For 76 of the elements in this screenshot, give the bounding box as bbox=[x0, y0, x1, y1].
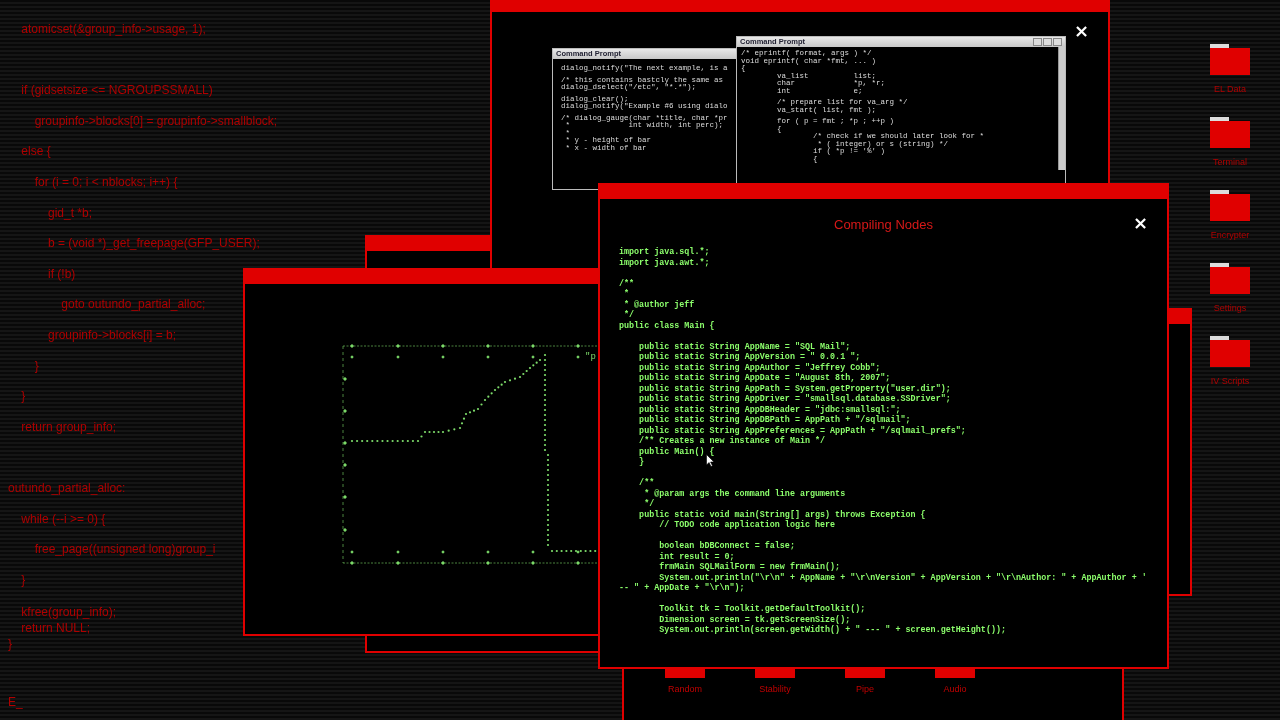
minimize-button[interactable] bbox=[1033, 38, 1042, 46]
desktop-folder[interactable]: Settings bbox=[1200, 263, 1260, 313]
code-line: System.out.println("\r\n" + AppName + "\r\nVersion" + AppVersion + "\r\nAuthor: " + AppAuthor + ' bbox=[658, 572, 1147, 583]
code-line: * @author jeff bbox=[623, 299, 695, 310]
code-line: atomicset(&group_info->usage, 1); bbox=[20, 21, 206, 38]
desktop-folder[interactable]: IV Scripts bbox=[1200, 336, 1260, 386]
code-line: for (i = 0; i < nblocks; i++) { bbox=[33, 173, 178, 191]
code-line: free_page((unsigned long)group_i bbox=[33, 541, 216, 559]
mouse-pointer-icon bbox=[706, 454, 715, 467]
toolbar-button[interactable]: Random bbox=[664, 668, 706, 720]
desktop-folder[interactable]: Encrypter bbox=[1200, 190, 1260, 240]
code-line: if (!b) bbox=[47, 265, 76, 283]
code-line: public static String AppDriver = "smallsql.database.SSDriver"; bbox=[638, 394, 951, 405]
code-line: if (gidsetsize <= NGROUPSSMALL) bbox=[20, 82, 213, 100]
code-line: public static String AppPath = System.getProperty("user.dir"); bbox=[638, 383, 951, 394]
code-line: import java.sql.*; bbox=[619, 247, 710, 258]
code-line: Toolkit tk = Toolkit.getDefaultToolkit(); bbox=[658, 604, 866, 615]
code-line: public static String AppVersion = " 0.0.1 "; bbox=[638, 352, 861, 363]
code-line: else { bbox=[20, 143, 51, 161]
code-line: import java.awt.*; bbox=[619, 257, 710, 268]
code-line: /** bbox=[619, 278, 635, 289]
folder-icon bbox=[1209, 190, 1251, 222]
code-line: public static String AppDate = "August 8th, 2007"; bbox=[638, 373, 891, 384]
folder-icon bbox=[1209, 263, 1251, 295]
folder-icon bbox=[1209, 336, 1251, 368]
code-line: } bbox=[20, 571, 26, 589]
code-line: // TODO code application logic here bbox=[658, 520, 836, 531]
code-line: } bbox=[638, 457, 645, 468]
code-line: return group_info; bbox=[20, 418, 117, 436]
code-line: /** Creates a new instance of Main */ bbox=[638, 436, 826, 447]
code-line: System.out.println(screen.getWidth() + " --- " + screen.getHeight()); bbox=[658, 625, 1006, 636]
code-line: -- " + AppDate + "\r\n"); bbox=[619, 583, 745, 594]
code-line: */ bbox=[623, 310, 635, 321]
code-line: */ bbox=[643, 499, 655, 510]
window-title: Compiling Nodes bbox=[834, 217, 933, 232]
desktop-folder[interactable]: Terminal bbox=[1200, 117, 1260, 167]
code-line: public static void main(String[] args) throws Exception { bbox=[638, 509, 926, 520]
code-line: } bbox=[33, 357, 39, 375]
code-line: outundo_partial_alloc: bbox=[8, 479, 126, 497]
code-line: public static String AppDBPath = AppPath + "/sqlmail"; bbox=[638, 415, 911, 426]
code-line: Dimension screen = tk.getScreenSize(); bbox=[658, 614, 851, 625]
close-button[interactable]: × bbox=[1072, 22, 1092, 40]
code-line: while (--i >= 0) { bbox=[20, 510, 106, 528]
plot-label: "p bbox=[585, 352, 596, 362]
desktop-folder[interactable]: EL Data bbox=[1200, 44, 1260, 94]
folder-icon bbox=[1209, 44, 1251, 76]
code-line: b = (void *)_get_freepage(GFP_USER); bbox=[47, 235, 260, 253]
code-line: int result = 0; bbox=[658, 551, 735, 562]
code-line: groupinfo->blocks[i] = b; bbox=[47, 326, 177, 344]
code-line: public class Main { bbox=[619, 320, 715, 331]
scrollbar[interactable] bbox=[1058, 47, 1065, 170]
code-line: gid_t *b; bbox=[47, 204, 93, 222]
code-line: boolean bDBConnect = false; bbox=[658, 541, 795, 552]
code-line: public static String AppName = "SQL Mail"; bbox=[638, 341, 851, 352]
code-line: goto outundo_partial_alloc; bbox=[60, 296, 206, 314]
folder-icon bbox=[1209, 117, 1251, 149]
code-line: } bbox=[20, 388, 26, 406]
toolbar-button[interactable]: Audio bbox=[934, 668, 976, 720]
prompt-text: E_ bbox=[8, 695, 23, 709]
code-line: } bbox=[8, 635, 12, 652]
code-line: kfree(group_info); bbox=[20, 603, 117, 620]
code-line: * bbox=[623, 289, 630, 300]
code-line: groupinfo->blocks[0] = groupinfo->smallblock; bbox=[33, 112, 278, 130]
code-line: frmMain SQLMailForm = new frmMain(); bbox=[658, 562, 841, 573]
toolbar-button[interactable]: Stability bbox=[754, 668, 796, 720]
maximize-button[interactable] bbox=[1043, 38, 1052, 46]
code-line: public static String AppPreferences = AppPath + "/sqlmail_prefs"; bbox=[638, 425, 966, 436]
code-line: public static String AppAuthor = "Jeffrey Cobb"; bbox=[638, 362, 881, 373]
code-line: /** bbox=[638, 478, 655, 489]
close-button[interactable] bbox=[1053, 38, 1062, 46]
close-button[interactable]: × bbox=[1131, 214, 1151, 232]
code-line: public Main() { bbox=[638, 446, 715, 457]
code-line: return NULL; bbox=[20, 619, 91, 636]
code-line: public static String AppDBHeader = "jdbc:smallsql:"; bbox=[638, 404, 901, 415]
code-line: * @param args the command line arguments bbox=[643, 488, 846, 499]
toolbar-button[interactable]: Pipe bbox=[844, 668, 886, 720]
